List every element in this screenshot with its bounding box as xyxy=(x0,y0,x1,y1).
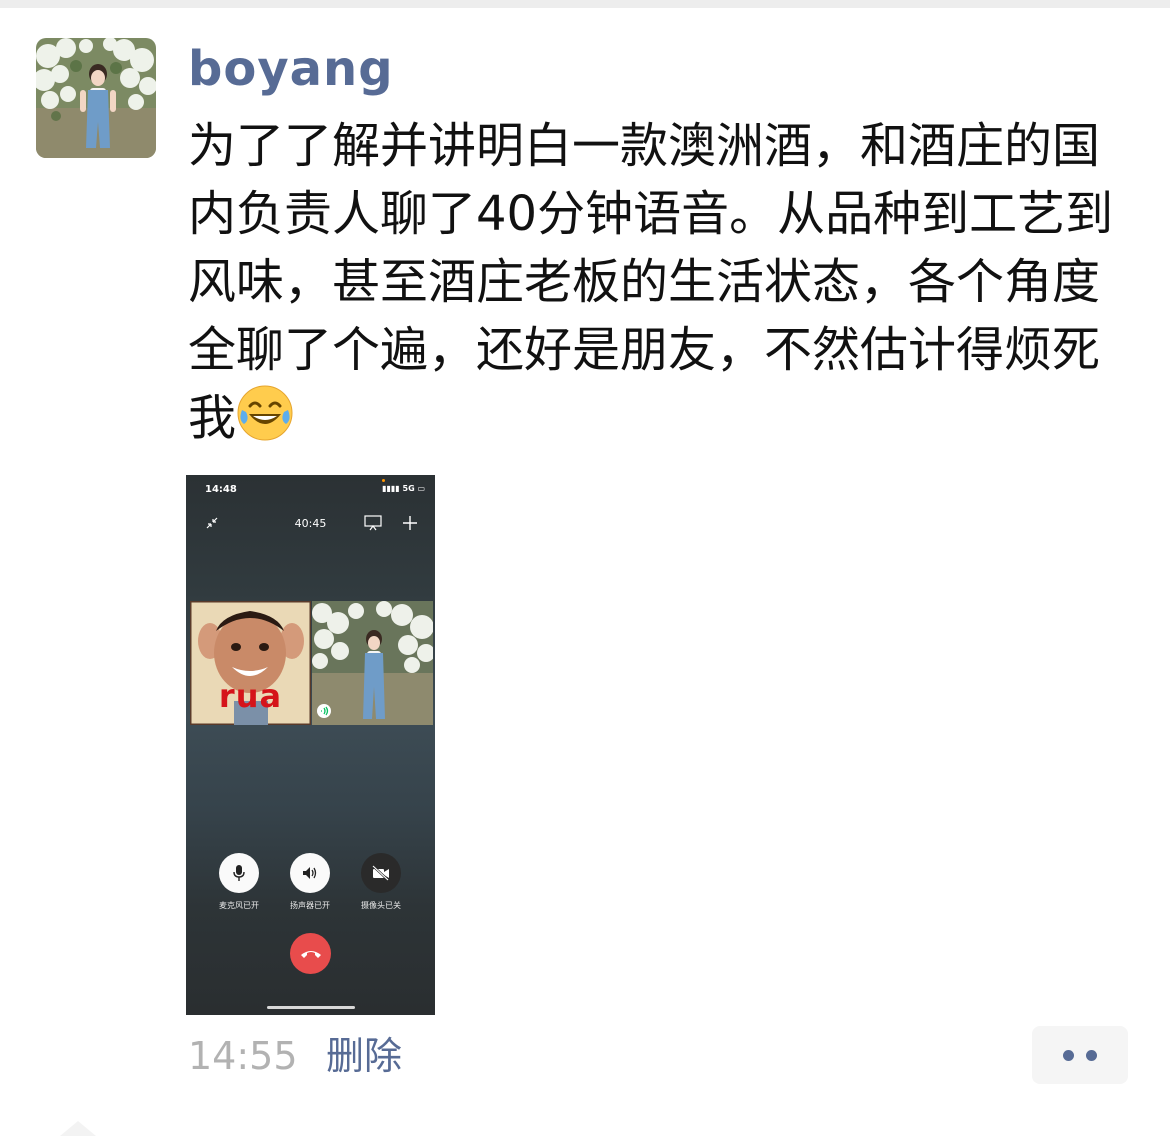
call-screenshot-image[interactable]: 14:48 ▮▮▮▮ 5G ▭ 40:45 rua 麦克风已开 扬声器已开 摄像… xyxy=(186,475,435,1015)
mic-indicator-dot xyxy=(382,479,385,482)
network-label: 5G xyxy=(402,484,415,493)
speaker-button[interactable] xyxy=(290,853,330,893)
status-time: 14:48 xyxy=(205,484,237,495)
user-avatar[interactable] xyxy=(36,38,156,158)
more-dot-icon xyxy=(1063,1050,1074,1061)
hangup-button[interactable] xyxy=(290,933,331,974)
camera-off-icon xyxy=(372,865,389,881)
signal-icon: ▮▮▮▮ xyxy=(382,484,400,493)
status-icons: ▮▮▮▮ 5G ▭ xyxy=(382,484,425,493)
camera-button[interactable] xyxy=(361,853,401,893)
home-indicator xyxy=(267,1006,355,1009)
microphone-icon xyxy=(233,865,245,881)
screen-share-icon xyxy=(364,515,382,535)
username[interactable]: boyang xyxy=(188,36,394,102)
speaker-label: 扬声器已开 xyxy=(290,901,330,910)
post-timestamp: 14:55 xyxy=(188,1034,298,1078)
laughing-with-tears-emoji xyxy=(236,384,294,442)
comment-arrow xyxy=(60,1121,96,1136)
participant-tile-sticker: rua xyxy=(190,601,311,725)
hangup-icon xyxy=(300,950,321,958)
microphone-button[interactable] xyxy=(219,853,259,893)
camera-label: 摄像头已关 xyxy=(361,901,401,910)
battery-icon: ▭ xyxy=(417,484,425,493)
speaker-icon xyxy=(303,867,317,879)
call-duration: 40:45 xyxy=(294,517,327,530)
microphone-label: 麦克风已开 xyxy=(219,901,259,910)
add-participant-icon xyxy=(402,515,418,535)
more-dot-icon xyxy=(1086,1050,1097,1061)
top-divider xyxy=(0,0,1170,8)
post-text: 为了了解并讲明白一款澳洲酒，和酒庄的国内负责人聊了40分钟语音。从品种到工艺到风… xyxy=(188,112,1138,452)
more-options-button[interactable] xyxy=(1032,1026,1128,1084)
sticker-caption: rua xyxy=(218,677,283,715)
participant-tile-video xyxy=(312,601,433,725)
post-text-body: 为了了解并讲明白一款澳洲酒，和酒庄的国内负责人聊了40分钟语音。从品种到工艺到风… xyxy=(188,118,1114,446)
delete-link[interactable]: 删除 xyxy=(326,1030,402,1082)
speaking-indicator-icon xyxy=(316,703,332,723)
